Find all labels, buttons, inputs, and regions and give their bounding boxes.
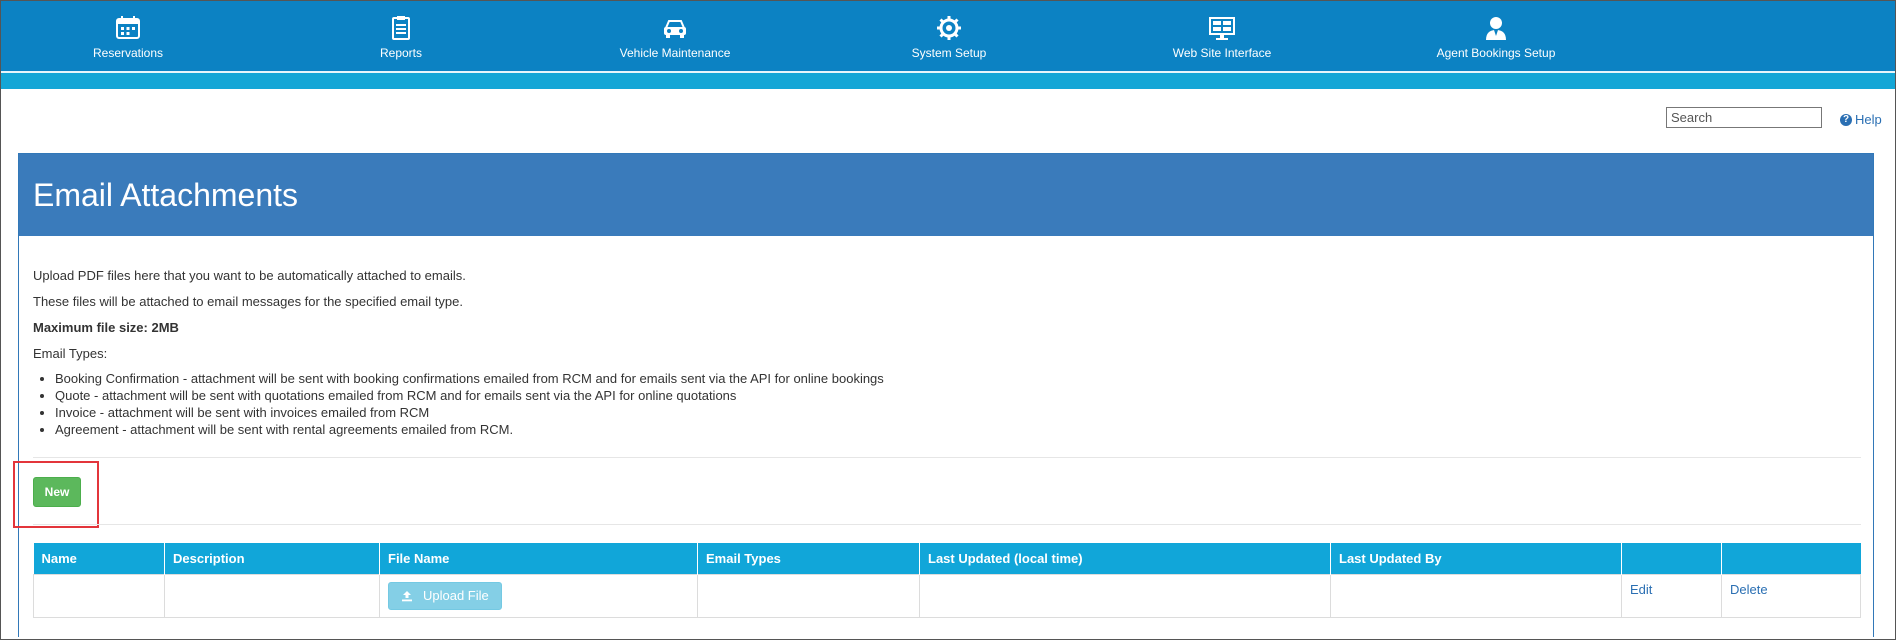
panel-header: Email Attachments — [19, 154, 1873, 236]
cell-delete: Delete — [1721, 573, 1861, 618]
nav-agent-bookings-setup[interactable]: Agent Bookings Setup — [1376, 1, 1616, 71]
help-label: Help — [1855, 112, 1882, 127]
description-upload: Upload PDF files here that you want to b… — [33, 268, 466, 283]
search-input[interactable] — [1666, 107, 1822, 128]
divider — [33, 524, 1861, 525]
nav-vehicle-maintenance[interactable]: Vehicle Maintenance — [555, 1, 795, 71]
monitor-icon — [1209, 17, 1235, 40]
list-item: Agreement - attachment will be sent with… — [55, 421, 884, 438]
attachments-table: Name Description File Name Email Types L… — [33, 543, 1861, 618]
column-header-description: Description — [164, 543, 380, 574]
cell-email-types — [697, 573, 920, 618]
top-navigation: Reservations Reports Vehicle Maintenance — [1, 1, 1895, 71]
list-item: Quote - attachment will be sent with quo… — [55, 387, 884, 404]
column-header-file-name: File Name — [379, 543, 698, 574]
column-header-delete — [1721, 543, 1861, 574]
gear-icon — [937, 16, 961, 40]
email-types-heading: Email Types: — [33, 346, 108, 361]
edit-link[interactable]: Edit — [1630, 582, 1652, 597]
cell-last-updated — [919, 573, 1331, 618]
column-header-email-types: Email Types — [697, 543, 920, 574]
divider — [33, 457, 1861, 458]
nav-web-site-interface[interactable]: Web Site Interface — [1102, 1, 1342, 71]
nav-label: Agent Bookings Setup — [1436, 46, 1556, 60]
cell-file-name: Upload File — [379, 573, 698, 618]
new-button[interactable]: New — [33, 477, 81, 507]
delete-link[interactable]: Delete — [1730, 582, 1768, 597]
cell-edit: Edit — [1621, 573, 1722, 618]
cell-name — [33, 573, 165, 618]
max-file-size: Maximum file size: 2MB — [33, 320, 179, 335]
clipboard-icon — [392, 16, 410, 40]
cell-description — [164, 573, 380, 618]
nav-label: Reports — [379, 46, 423, 60]
sub-navigation-bar — [1, 71, 1895, 89]
email-attachments-panel: Email Attachments Upload PDF files here … — [13, 153, 1874, 637]
nav-label: System Setup — [911, 46, 987, 60]
nav-label: Vehicle Maintenance — [619, 46, 731, 60]
column-header-last-updated: Last Updated (local time) — [919, 543, 1331, 574]
column-header-last-updated-by: Last Updated By — [1330, 543, 1622, 574]
nav-system-setup[interactable]: System Setup — [829, 1, 1069, 71]
car-icon — [664, 20, 686, 38]
agent-icon — [1486, 17, 1506, 40]
nav-reports[interactable]: Reports — [281, 1, 521, 71]
column-header-edit — [1621, 543, 1722, 574]
question-circle-icon: ? — [1840, 113, 1852, 126]
cell-last-updated-by — [1330, 573, 1622, 618]
column-header-name: Name — [33, 543, 165, 574]
calendar-icon — [116, 16, 140, 39]
upload-file-button[interactable]: Upload File — [388, 581, 502, 610]
email-types-list: Booking Confirmation - attachment will b… — [55, 370, 884, 438]
list-item: Invoice - attachment will be sent with i… — [55, 404, 884, 421]
nav-label: Web Site Interface — [1172, 46, 1272, 60]
table-row: Upload File Edit Delete — [33, 573, 1861, 618]
nav-label: Reservations — [92, 46, 164, 60]
list-item: Booking Confirmation - attachment will b… — [55, 370, 884, 387]
page-title: Email Attachments — [33, 176, 298, 213]
upload-file-label: Upload File — [423, 588, 489, 603]
help-link[interactable]: ? Help — [1840, 112, 1882, 127]
table-header-row: Name Description File Name Email Types L… — [33, 543, 1861, 574]
upload-icon — [402, 590, 412, 601]
nav-reservations[interactable]: Reservations — [8, 1, 248, 71]
description-attach: These files will be attached to email me… — [33, 294, 463, 309]
